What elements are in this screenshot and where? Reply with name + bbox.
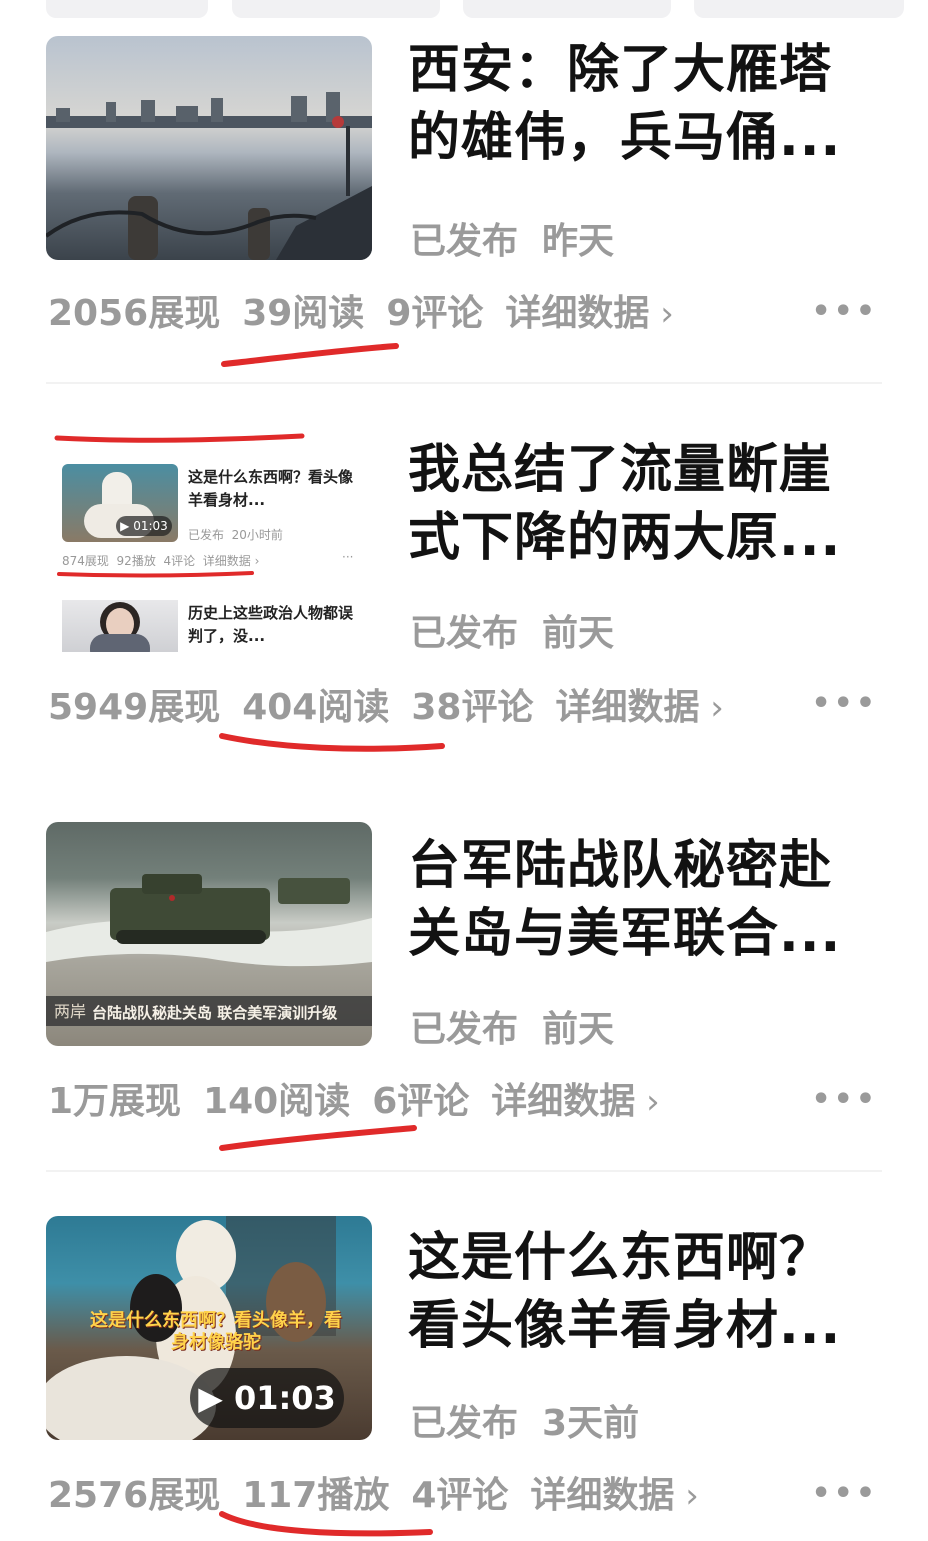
publish-time: 前天 [542,613,615,654]
publish-status: 已发布 [410,1403,519,1444]
details-link[interactable]: 详细数据 › [491,1072,659,1124]
embedded-video-thumb: ▶ 01:03 [62,464,178,542]
publish-status: 已发布 [410,221,519,262]
red-underline [54,433,305,443]
more-icon[interactable]: ••• [811,686,878,721]
top-tab[interactable] [46,0,208,18]
play-icon: ▶ [198,1379,223,1417]
red-underline [57,571,254,578]
post-thumbnail[interactable]: 两岸 台陆战队秘赴关岛 联合美军演训升级 [46,822,372,1046]
post-stats: 1万展现 140阅读 6评论 详细数据 › [48,1072,682,1124]
more-icon[interactable]: ••• [811,1476,878,1511]
top-tab[interactable] [463,0,671,18]
divider [46,382,882,384]
details-link[interactable]: 详细数据 › [505,284,673,336]
embedded-screenshot-thumbnail[interactable]: ▶ 01:03 这是什么东西啊？看头像羊看身材... 已发布 20小时前 874… [46,458,376,688]
post-meta: 已发布 前天 [410,1000,614,1052]
publish-time: 3天前 [542,1403,640,1444]
comments-count[interactable]: 38评论 [411,678,533,730]
embedded-item-title: 这是什么东西啊？看头像羊看身材... [188,468,354,509]
more-icon[interactable]: ••• [811,1082,878,1117]
reads-count: 404阅读 [242,687,390,728]
post-thumbnail[interactable]: 这是什么东西啊？看头像羊，看身材像骆驼 ▶ 01:03 [46,1216,372,1440]
red-underline [219,1511,433,1537]
top-tab[interactable] [232,0,440,18]
reads-count: 39阅读 [242,293,365,334]
publish-status: 已发布 [410,613,519,654]
chevron-right-icon: › [649,294,674,334]
divider [46,1170,882,1172]
impressions-count: 1万展现 [48,1081,182,1122]
news-logo-text: 两岸 [54,1003,86,1021]
play-duration-badge: ▶ 01:03 [116,516,172,536]
reads-count: 140阅读 [203,1081,351,1122]
top-tab-bar [46,0,904,18]
chevron-right-icon: › [699,688,724,728]
video-caption: 台陆战队秘赴关岛 联合美军演训升级 [92,1004,338,1022]
comments-count[interactable]: 9评论 [386,284,483,336]
embedded-more-icon: ··· [342,550,354,564]
red-underline [221,343,399,367]
post-meta: 已发布 昨天 [410,212,614,264]
post-stats: 2056展现 39阅读 9评论 详细数据 › [48,284,696,336]
publish-status: 已发布 [410,1009,519,1050]
embedded-item2-thumb [62,600,178,652]
video-caption: 这是什么东西啊？看头像羊，看身材像骆驼 [90,1310,342,1353]
impressions-count: 2056展现 [48,293,221,334]
top-tab[interactable] [694,0,904,18]
post-title[interactable]: 我总结了流量断崖式下降的两大原... [408,436,878,572]
post-title[interactable]: 西安：除了大雁塔的雄伟，兵马俑... [408,36,878,172]
embedded-item-meta: 已发布 20小时前 [188,528,283,542]
post-stats: 5949展现 404阅读 38评论 详细数据 › [48,678,746,730]
publish-time: 昨天 [542,221,615,262]
red-underline [219,733,445,752]
publish-time: 前天 [542,1009,615,1050]
impressions-count: 2576展现 [48,1475,221,1516]
chevron-right-icon: › [635,1082,660,1122]
chevron-right-icon: › [674,1476,699,1516]
embedded-item-stats: 874展现 92播放 4评论 详细数据 › [62,554,260,568]
comments-count[interactable]: 6评论 [372,1072,469,1124]
red-underline [219,1125,417,1151]
more-icon[interactable]: ••• [811,294,878,329]
impressions-count: 5949展现 [48,687,221,728]
post-thumbnail[interactable] [46,36,372,260]
post-title[interactable]: 台军陆战队秘密赴关岛与美军联合... [408,832,878,968]
post-title[interactable]: 这是什么东西啊？看头像羊看身材... [408,1224,878,1360]
video-duration-badge[interactable]: ▶ 01:03 [190,1368,344,1428]
post-meta: 已发布 3天前 [410,1394,639,1446]
embedded-item2-title: 历史上这些政治人物都误判了，没... [188,604,354,645]
details-link[interactable]: 详细数据 › [530,1466,698,1518]
post-meta: 已发布 前天 [410,604,614,656]
details-link[interactable]: 详细数据 › [555,678,723,730]
